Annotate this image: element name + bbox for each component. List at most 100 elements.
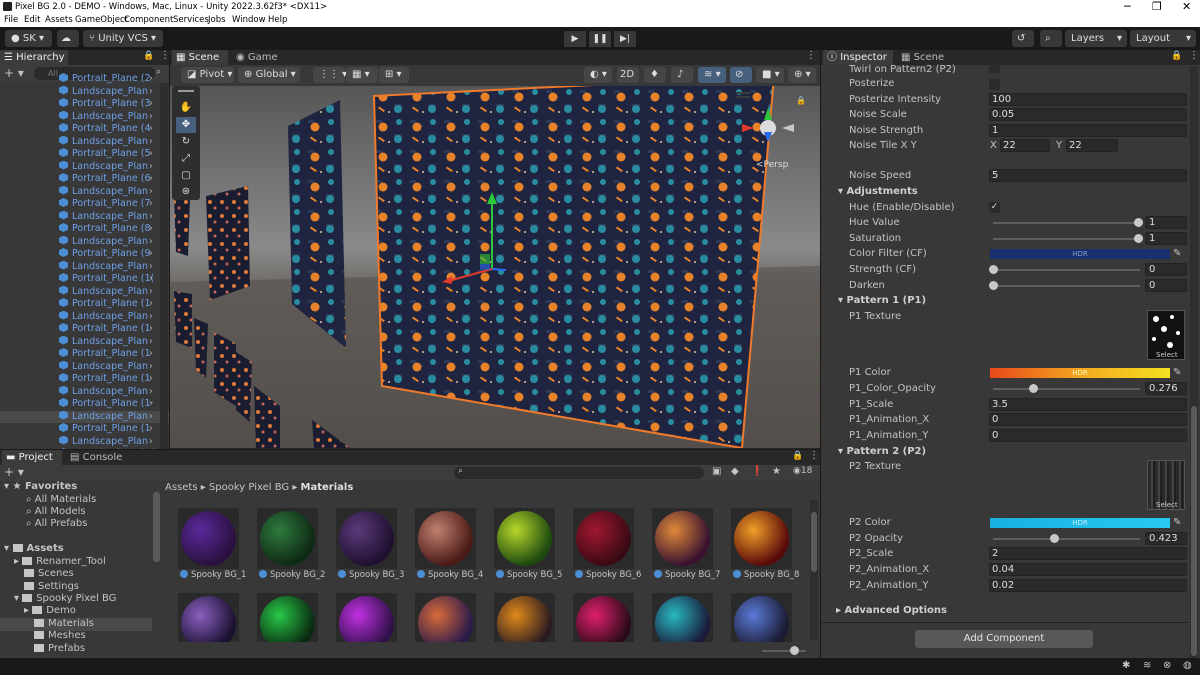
hierarchy-item[interactable]: Landscape_Plan › xyxy=(0,385,169,399)
breadcrumb-spooky-pixel-bg[interactable]: Spooky Pixel BG xyxy=(209,482,289,493)
gizmos-dropdown[interactable]: ⊕ ▾ xyxy=(788,67,816,83)
material-thumbnail[interactable] xyxy=(336,508,397,569)
snap-increment-button[interactable]: ⊞ ▾ xyxy=(379,67,409,83)
minimize-icon[interactable]: ─ xyxy=(1124,0,1131,13)
chevron-right-icon[interactable]: › xyxy=(149,111,153,124)
chevron-right-icon[interactable]: › xyxy=(149,211,153,224)
chevron-right-icon[interactable]: › xyxy=(149,411,153,424)
material-label[interactable]: Spooky BG_7 xyxy=(654,570,720,580)
hierarchy-item[interactable]: Portrait_Plane (1 › xyxy=(0,373,169,386)
create-asset-button[interactable]: + ▾ xyxy=(4,465,24,479)
chevron-right-icon[interactable]: › xyxy=(149,186,153,199)
menu-dots-icon[interactable]: ⋮ xyxy=(160,50,169,61)
materials-scroll-thumb[interactable] xyxy=(811,512,817,572)
tree-all-models[interactable]: ⌕ All Models xyxy=(26,506,86,519)
icon-size-slider[interactable] xyxy=(762,646,806,655)
hierarchy-item[interactable]: Landscape_Plan › xyxy=(0,85,169,99)
chevron-right-icon[interactable]: › xyxy=(149,236,153,249)
hierarchy-item[interactable]: Landscape_Plan › xyxy=(0,110,169,124)
rect-tool-icon[interactable]: ▢ xyxy=(176,168,196,184)
breadcrumb-assets[interactable]: Assets xyxy=(165,482,198,493)
grid-visibility-button[interactable]: ▦ ▾ xyxy=(346,67,378,83)
tab-project[interactable]: ▬ Project xyxy=(2,450,62,465)
maximize-icon[interactable]: ❐ xyxy=(1152,0,1162,13)
chevron-right-icon[interactable]: › xyxy=(149,386,153,399)
menu-file[interactable]: File xyxy=(4,15,18,25)
tree-materials[interactable]: Materials xyxy=(0,618,152,631)
material-thumbnail[interactable] xyxy=(652,593,713,642)
chevron-right-icon[interactable]: › xyxy=(149,348,153,361)
hierarchy-item[interactable]: Portrait_Plane (1 › xyxy=(0,423,169,436)
hierarchy-item[interactable]: Landscape_Plan › xyxy=(0,210,169,224)
material-thumbnail[interactable] xyxy=(415,508,476,569)
chevron-right-icon[interactable]: › xyxy=(149,123,153,136)
hierarchy-item[interactable]: Landscape_Plan › xyxy=(0,285,169,299)
rotate-tool-icon[interactable]: ↻ xyxy=(176,134,196,150)
menu-services[interactable]: Services xyxy=(173,15,209,25)
menu-dots-icon[interactable]: ⋮ xyxy=(809,450,819,461)
hierarchy-item[interactable]: Landscape_Plan › xyxy=(0,185,169,199)
material-label[interactable]: Spooky BG_8 xyxy=(733,570,799,580)
play-button[interactable]: ▶ xyxy=(564,31,586,47)
material-label[interactable]: Spooky BG_1 xyxy=(180,570,246,580)
chevron-right-icon[interactable]: › xyxy=(149,373,153,386)
tree-demo[interactable]: ▸ Demo xyxy=(24,605,76,618)
chevron-right-icon[interactable]: › xyxy=(149,148,153,161)
chevron-right-icon[interactable]: › xyxy=(149,286,153,299)
menu-dots-icon[interactable]: ⋮ xyxy=(1189,50,1199,61)
chevron-right-icon[interactable]: › xyxy=(149,398,153,411)
step-button[interactable]: ▶| xyxy=(614,31,636,47)
hierarchy-item[interactable]: Portrait_Plane (5 › xyxy=(0,148,169,161)
menu-gameobject[interactable]: GameObject xyxy=(75,15,128,25)
tree-meshes[interactable]: Meshes xyxy=(34,630,86,643)
chevron-right-icon[interactable]: › xyxy=(149,248,153,261)
chevron-right-icon[interactable]: › xyxy=(149,298,153,311)
inspector-scrollbar[interactable] xyxy=(1190,66,1198,658)
cloud-button[interactable]: ☁ xyxy=(57,30,79,47)
search-by-type-icon[interactable]: ▣ xyxy=(712,466,721,477)
history-button[interactable]: ↺ xyxy=(1012,30,1034,47)
lock-icon[interactable]: 🔒 xyxy=(1171,51,1182,61)
lock-icon[interactable]: 🔒 xyxy=(143,51,154,61)
hierarchy-item[interactable]: Portrait_Plane (1(› xyxy=(0,448,169,449)
chevron-right-icon[interactable]: › xyxy=(149,323,153,336)
hierarchy-item[interactable]: Landscape_Plan › xyxy=(0,360,169,374)
materials-scrollbar[interactable] xyxy=(810,500,818,640)
hierarchy-item[interactable]: Portrait_Plane (4 › xyxy=(0,123,169,136)
menu-window[interactable]: Window xyxy=(232,15,266,25)
effects-dropdown[interactable]: ≋ ▾ xyxy=(698,67,726,83)
chevron-right-icon[interactable]: › xyxy=(149,361,153,374)
hierarchy-item[interactable]: Portrait_Plane (2 › xyxy=(0,73,169,86)
tree-spooky-pixel-bg[interactable]: ▾ Spooky Pixel BG xyxy=(14,593,116,606)
hierarchy-item[interactable]: Landscape_Plan › xyxy=(0,310,169,324)
layers-status-icon[interactable]: ≋ xyxy=(1143,660,1151,671)
close-icon[interactable]: ✕ xyxy=(1182,0,1191,13)
chevron-right-icon[interactable]: › xyxy=(149,73,153,86)
audio-button[interactable]: ♪ xyxy=(671,67,693,83)
lock-icon[interactable]: 🔒 xyxy=(792,451,803,461)
hidden-objects-button[interactable]: ⊘ xyxy=(730,67,752,83)
tree-favorites[interactable]: ▾ ★ Favorites xyxy=(4,481,77,494)
chevron-right-icon[interactable]: › xyxy=(149,136,153,149)
chevron-right-icon[interactable]: › xyxy=(149,173,153,186)
lighting-button[interactable]: ♦ xyxy=(644,67,666,83)
menu-help[interactable]: Help xyxy=(268,15,287,25)
hierarchy-scrollbar[interactable] xyxy=(160,83,168,449)
menu-jobs[interactable]: Jobs xyxy=(208,15,226,25)
chevron-right-icon[interactable]: › xyxy=(149,273,153,286)
chevron-right-icon[interactable]: › xyxy=(149,98,153,111)
hierarchy-item[interactable]: Portrait_Plane (1 › xyxy=(0,323,169,336)
menu-assets[interactable]: Assets xyxy=(45,15,73,25)
material-label[interactable]: Spooky BG_6 xyxy=(575,570,641,580)
search-button[interactable]: ⌕ xyxy=(1040,30,1062,47)
scene-viewport[interactable]: <Persp 🔒 ✋ ✥ ↻ ⤢ ▢ ⊛ xyxy=(170,86,820,448)
chevron-right-icon[interactable]: › xyxy=(149,261,153,274)
material-thumbnail[interactable] xyxy=(257,593,318,642)
tab-console[interactable]: ▤ Console xyxy=(66,450,128,465)
search-warning-icon[interactable]: ❗ xyxy=(751,466,763,477)
hierarchy-item[interactable]: Landscape_Plan › xyxy=(0,435,169,449)
move-tool-icon[interactable]: ✥ xyxy=(176,117,196,133)
pause-button[interactable]: ❚❚ xyxy=(589,31,611,47)
hierarchy-item[interactable]: Portrait_Plane (1· › xyxy=(0,398,169,411)
chevron-right-icon[interactable]: › xyxy=(149,86,153,99)
